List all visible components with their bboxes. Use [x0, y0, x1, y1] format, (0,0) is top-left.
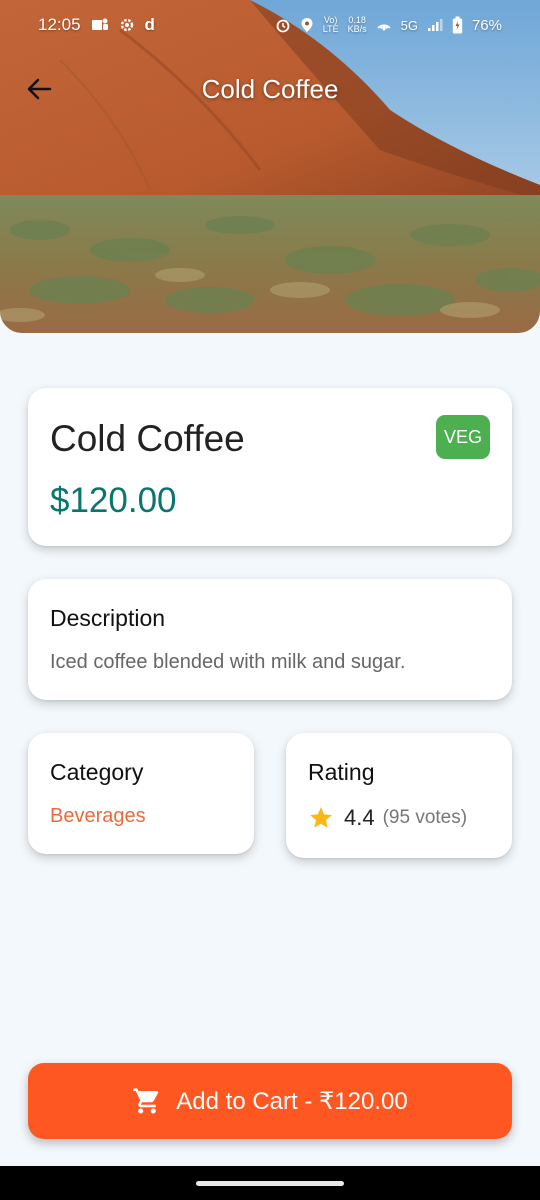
product-price: $120.00 — [50, 481, 177, 520]
battery-icon — [452, 16, 463, 34]
battery-percent: 76% — [471, 16, 502, 34]
star-icon — [308, 805, 334, 831]
network-type: 5G — [400, 17, 418, 33]
d-app-icon: d — [144, 15, 155, 34]
category-card: Category Beverages — [28, 733, 254, 854]
system-nav-bar — [0, 1166, 540, 1200]
description-text: Iced coffee blended with milk and sugar. — [50, 651, 406, 673]
add-to-cart-label: Add to Cart - ₹120.00 — [176, 1087, 408, 1115]
product-name: Cold Coffee — [50, 418, 245, 459]
page-title: Cold Coffee — [201, 73, 339, 104]
rating-votes: (95 votes) — [382, 807, 468, 828]
shopping-cart-icon — [132, 1086, 162, 1116]
product-card: Cold Coffee VEG $120.00 — [28, 388, 512, 546]
category-heading: Category — [50, 759, 144, 785]
back-button[interactable] — [22, 72, 56, 106]
teams-icon — [91, 17, 109, 33]
rating-row: 4.4 (95 votes) — [308, 805, 467, 831]
status-bar: 12:05 d Vo) LTE 0.18 KB/s 5G 76% — [0, 0, 540, 50]
add-to-cart-button[interactable]: Add to Cart - ₹120.00 — [28, 1063, 512, 1139]
rating-value: 4.4 — [344, 805, 375, 830]
signal-icon — [427, 18, 443, 32]
settings-gear-icon — [119, 17, 135, 33]
rating-card: Rating 4.4 (95 votes) — [286, 733, 512, 858]
category-value: Beverages — [50, 805, 146, 827]
description-card: Description Iced coffee blended with mil… — [28, 579, 512, 700]
status-time: 12:05 — [38, 15, 81, 34]
volte-indicator: Vo) LTE — [322, 15, 339, 34]
hotspot-icon — [376, 18, 392, 32]
home-indicator[interactable] — [196, 1180, 344, 1186]
description-heading: Description — [50, 605, 166, 631]
veg-badge: VEG — [436, 415, 490, 459]
location-icon — [300, 17, 314, 33]
alarm-icon — [275, 17, 291, 33]
network-speed: 0.18 KB/s — [347, 15, 367, 34]
arrow-left-icon — [26, 77, 52, 101]
app-bar: Cold Coffee — [0, 60, 540, 118]
rating-heading: Rating — [308, 759, 375, 785]
